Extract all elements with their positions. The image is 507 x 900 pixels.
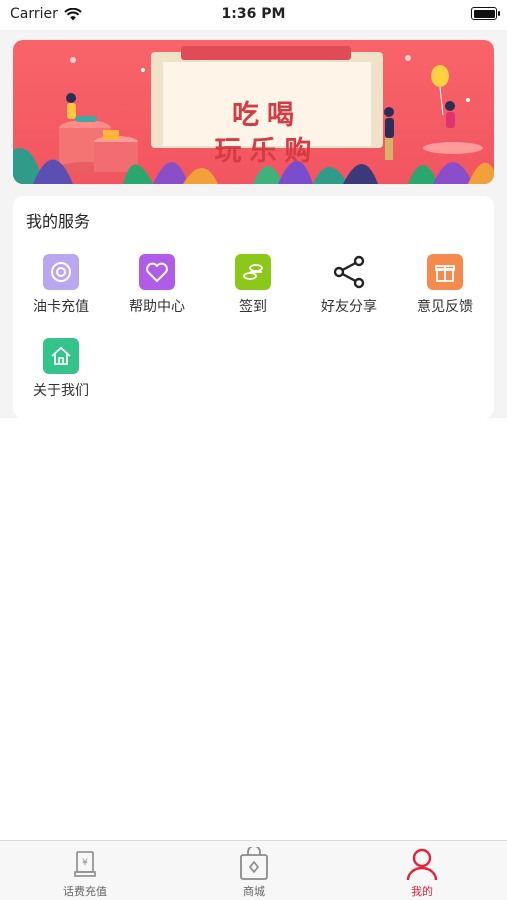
- status-bar: Carrier 1:36 PM: [0, 0, 507, 30]
- tab-mall[interactable]: 商城: [194, 847, 314, 899]
- service-about-us[interactable]: 关于我们: [13, 338, 109, 418]
- clock: 1:36 PM: [221, 6, 286, 22]
- service-label: 好友分享: [321, 299, 377, 315]
- banner-title: 吃喝 玩乐购: [163, 92, 371, 176]
- service-label: 意见反馈: [417, 299, 473, 315]
- user-icon: [362, 847, 482, 881]
- promo-banner[interactable]: 吃喝 玩乐购: [13, 40, 494, 184]
- service-share-friends[interactable]: 好友分享: [301, 254, 397, 334]
- tab-phone-bill-recharge[interactable]: ¥ 话费充值: [25, 847, 145, 899]
- coins-icon: [235, 254, 271, 290]
- service-label: 签到: [239, 299, 267, 315]
- service-label: 油卡充值: [33, 299, 89, 315]
- shopping-bag-icon: [194, 847, 314, 881]
- phone-bill-icon: ¥: [25, 847, 145, 881]
- service-label: 关于我们: [33, 383, 89, 399]
- gift-icon: [427, 254, 463, 290]
- svg-text:¥: ¥: [82, 858, 88, 868]
- banner-title-line2: 玩乐购: [214, 136, 320, 167]
- service-fuel-card-recharge[interactable]: 油卡充值: [13, 254, 109, 334]
- my-services-card: 我的服务 油卡充值 帮助中心 签到 好友分享 意见反馈 关于我们: [13, 196, 494, 418]
- home-icon: [43, 338, 79, 374]
- heart-icon: [139, 254, 175, 290]
- banner-title-line1: 吃喝: [232, 100, 302, 131]
- tab-label: 我的: [411, 885, 433, 898]
- fuel-card-icon: [43, 254, 79, 290]
- service-label: 帮助中心: [129, 299, 185, 315]
- service-feedback[interactable]: 意见反馈: [397, 254, 493, 334]
- tab-label: 商城: [243, 885, 265, 898]
- bottom-tab-bar: ¥ 话费充值 商城 我的: [0, 840, 507, 900]
- tab-label: 话费充值: [63, 885, 107, 898]
- service-check-in[interactable]: 签到: [205, 254, 301, 334]
- services-title: 我的服务: [26, 212, 91, 231]
- battery-icon: [471, 7, 500, 20]
- service-help-center[interactable]: 帮助中心: [109, 254, 205, 334]
- tab-mine[interactable]: 我的: [362, 847, 482, 899]
- share-icon: [331, 254, 367, 290]
